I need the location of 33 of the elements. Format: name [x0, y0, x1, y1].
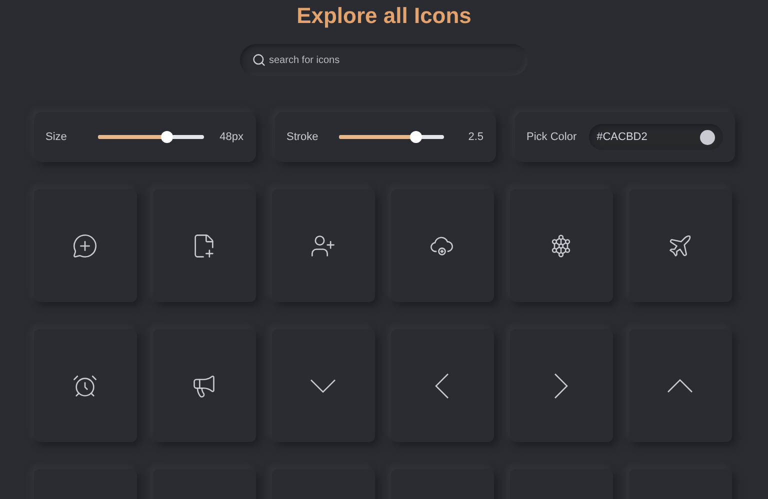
page-title: Explore all Icons	[296, 2, 472, 30]
icon-tile[interactable]	[272, 189, 374, 302]
icon-tile[interactable]	[510, 189, 612, 302]
slider-thumb[interactable]	[410, 131, 422, 143]
icon-tile[interactable]	[34, 189, 136, 302]
slider-value: 48px	[220, 130, 244, 145]
color-field[interactable]: #CACBD2	[588, 124, 722, 150]
search-icon	[252, 53, 266, 67]
icon-tile[interactable]	[272, 329, 374, 442]
icon-tile[interactable]	[390, 329, 494, 442]
chevron-left-icon	[435, 372, 449, 398]
icon-tile[interactable]	[34, 329, 136, 442]
airplane-icon	[667, 232, 693, 258]
icon-tile[interactable]	[628, 189, 732, 302]
megaphone-icon	[191, 372, 217, 398]
color-swatch[interactable]	[700, 130, 714, 144]
icon-tile[interactable]	[390, 189, 494, 302]
slider-thumb[interactable]	[161, 131, 174, 143]
icon-tile[interactable]	[628, 329, 732, 442]
slider-label: Size	[46, 130, 68, 145]
slider-value: 2.5	[467, 130, 484, 145]
alarm-clock-icon	[72, 372, 98, 398]
icon-tile[interactable]	[152, 189, 256, 302]
search-field[interactable]: search for icons	[240, 44, 528, 76]
chevron-up-icon	[667, 378, 693, 392]
chevron-right-icon	[554, 372, 568, 398]
user-plus-icon	[310, 232, 336, 258]
chat-plus-icon	[72, 232, 98, 258]
color-label: Pick Color	[526, 130, 577, 145]
slider-label: Stroke	[286, 130, 320, 145]
chevron-down-icon	[310, 378, 336, 392]
icon-tile[interactable]	[510, 329, 612, 442]
icon-tile[interactable]	[152, 329, 256, 442]
